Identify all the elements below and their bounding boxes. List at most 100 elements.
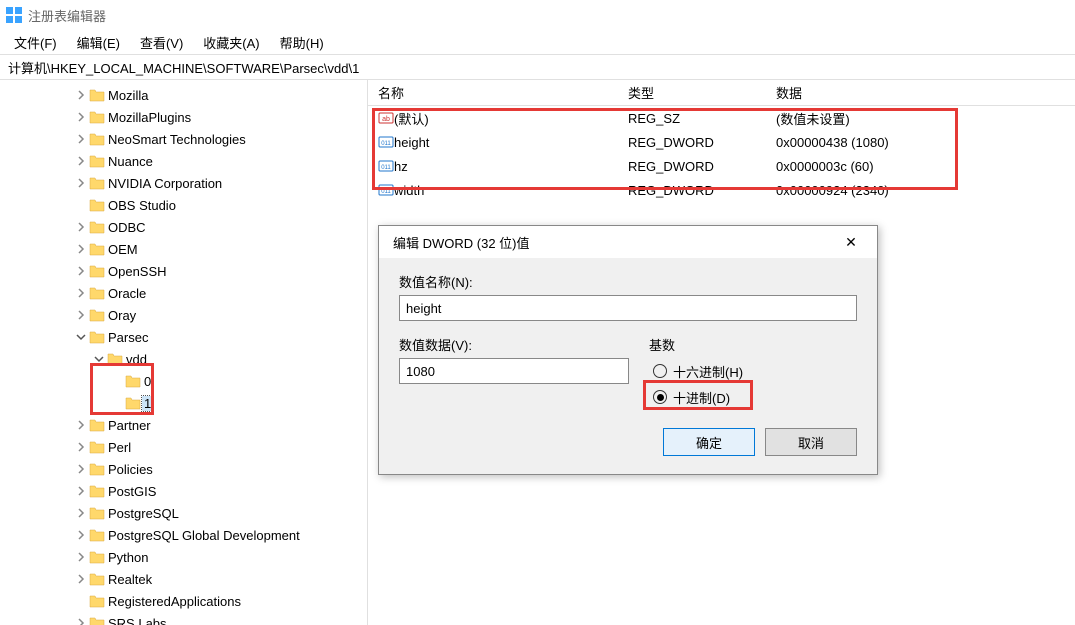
tree-item[interactable]: PostgreSQL Global Development (0, 524, 367, 546)
value-row[interactable]: 011heightREG_DWORD0x00000438 (1080) (368, 130, 1075, 154)
tree-item[interactable]: Partner (0, 414, 367, 436)
tree-item[interactable]: Nuance (0, 150, 367, 172)
menubar: 文件(F) 编辑(E) 查看(V) 收藏夹(A) 帮助(H) (0, 30, 1075, 54)
menu-help[interactable]: 帮助(H) (270, 31, 334, 54)
chevron-right-icon[interactable] (74, 90, 88, 100)
tree-item[interactable]: vdd (0, 348, 367, 370)
value-type: REG_SZ (628, 111, 776, 126)
chevron-right-icon[interactable] (74, 486, 88, 496)
folder-icon (88, 528, 106, 542)
tree-item[interactable]: Parsec (0, 326, 367, 348)
tree-item[interactable]: Policies (0, 458, 367, 480)
folder-icon (88, 242, 106, 256)
column-header-type[interactable]: 类型 (628, 83, 776, 102)
tree-item[interactable]: Realtek (0, 568, 367, 590)
tree-item[interactable]: NVIDIA Corporation (0, 172, 367, 194)
value-type: REG_DWORD (628, 159, 776, 174)
chevron-right-icon[interactable] (74, 134, 88, 144)
value-data-input[interactable] (399, 358, 629, 384)
menu-file[interactable]: 文件(F) (4, 31, 67, 54)
chevron-right-icon[interactable] (74, 112, 88, 122)
menu-favorites[interactable]: 收藏夹(A) (193, 31, 269, 54)
chevron-right-icon[interactable] (74, 222, 88, 232)
tree-item-label: PostgreSQL (106, 506, 179, 521)
addressbar-path: 计算机\HKEY_LOCAL_MACHINE\SOFTWARE\Parsec\v… (8, 58, 359, 77)
dword-value-icon: 011 (372, 182, 394, 198)
addressbar[interactable]: 计算机\HKEY_LOCAL_MACHINE\SOFTWARE\Parsec\v… (0, 54, 1075, 80)
svg-text:011: 011 (381, 189, 391, 195)
folder-icon (88, 594, 106, 608)
chevron-right-icon[interactable] (74, 530, 88, 540)
tree-item[interactable]: 1 (0, 392, 367, 414)
chevron-right-icon[interactable] (74, 442, 88, 452)
chevron-right-icon[interactable] (74, 420, 88, 430)
value-row[interactable]: 011hzREG_DWORD0x0000003c (60) (368, 154, 1075, 178)
value-name-input[interactable] (399, 295, 857, 321)
tree-item[interactable]: OpenSSH (0, 260, 367, 282)
chevron-down-icon[interactable] (92, 354, 106, 364)
column-header-data[interactable]: 数据 (776, 83, 1075, 102)
tree-item[interactable]: OEM (0, 238, 367, 260)
folder-icon (88, 440, 106, 454)
chevron-right-icon[interactable] (74, 244, 88, 254)
tree-item[interactable]: PostGIS (0, 480, 367, 502)
value-type: REG_DWORD (628, 135, 776, 150)
tree-item[interactable]: Oray (0, 304, 367, 326)
value-name: width (394, 183, 424, 198)
chevron-right-icon[interactable] (74, 288, 88, 298)
value-row[interactable]: ab(默认)REG_SZ(数值未设置) (368, 106, 1075, 130)
tree-item[interactable]: PostgreSQL (0, 502, 367, 524)
folder-icon (88, 616, 106, 625)
edit-dword-dialog: 编辑 DWORD (32 位)值 ✕ 数值名称(N): 数值数据(V): 基数 … (378, 225, 878, 475)
tree-item[interactable]: NeoSmart Technologies (0, 128, 367, 150)
chevron-right-icon[interactable] (74, 508, 88, 518)
tree-item[interactable]: Perl (0, 436, 367, 458)
dialog-close-button[interactable]: ✕ (831, 228, 871, 256)
tree-item-label: SRS Labs (106, 616, 167, 625)
tree-item-label: OBS Studio (106, 198, 176, 213)
value-data-label: 数值数据(V): (399, 335, 629, 354)
tree-pane[interactable]: MozillaMozillaPluginsNeoSmart Technologi… (0, 80, 368, 625)
radio-hex-label: 十六进制(H) (673, 362, 743, 381)
radio-dec[interactable]: 十进制(D) (649, 384, 857, 410)
tree-item-label: Parsec (106, 330, 148, 345)
chevron-down-icon[interactable] (74, 332, 88, 342)
chevron-right-icon[interactable] (74, 574, 88, 584)
tree-item-label: Perl (106, 440, 131, 455)
tree-item[interactable]: MozillaPlugins (0, 106, 367, 128)
tree-item-label: Python (106, 550, 148, 565)
tree-item[interactable]: OBS Studio (0, 194, 367, 216)
folder-icon (88, 330, 106, 344)
radio-icon (653, 390, 667, 404)
tree-item[interactable]: RegisteredApplications (0, 590, 367, 612)
chevron-right-icon[interactable] (74, 618, 88, 625)
tree-item[interactable]: Python (0, 546, 367, 568)
chevron-right-icon[interactable] (74, 310, 88, 320)
tree-item[interactable]: ODBC (0, 216, 367, 238)
chevron-right-icon[interactable] (74, 266, 88, 276)
menu-edit[interactable]: 编辑(E) (67, 31, 130, 54)
radio-dec-label: 十进制(D) (673, 388, 730, 407)
menu-view[interactable]: 查看(V) (130, 31, 193, 54)
value-row[interactable]: 011widthREG_DWORD0x00000924 (2340) (368, 178, 1075, 202)
tree-item-label: PostGIS (106, 484, 156, 499)
tree-item[interactable]: Mozilla (0, 84, 367, 106)
chevron-right-icon[interactable] (74, 178, 88, 188)
tree-item[interactable]: Oracle (0, 282, 367, 304)
dialog-titlebar[interactable]: 编辑 DWORD (32 位)值 ✕ (379, 226, 877, 258)
value-name: (默认) (394, 109, 429, 128)
tree-item-label: OEM (106, 242, 138, 257)
radio-hex[interactable]: 十六进制(H) (649, 358, 857, 384)
tree-item-label: RegisteredApplications (106, 594, 241, 609)
chevron-right-icon[interactable] (74, 552, 88, 562)
folder-icon (88, 550, 106, 564)
tree-item-label: Policies (106, 462, 153, 477)
ok-button[interactable]: 确定 (663, 428, 755, 456)
tree-item[interactable]: 0 (0, 370, 367, 392)
chevron-right-icon[interactable] (74, 464, 88, 474)
tree-item[interactable]: SRS Labs (0, 612, 367, 625)
chevron-right-icon[interactable] (74, 156, 88, 166)
column-header-name[interactable]: 名称 (368, 83, 628, 102)
cancel-button[interactable]: 取消 (765, 428, 857, 456)
radio-icon (653, 364, 667, 378)
